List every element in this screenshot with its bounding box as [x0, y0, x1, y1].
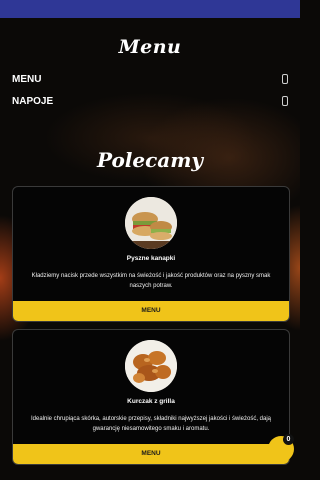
expand-icon: [282, 74, 288, 84]
menu-button[interactable]: MENU: [13, 444, 289, 464]
page-title: Menu: [118, 36, 182, 58]
status-bar: [0, 0, 300, 18]
product-description: Idealnie chrupiąca skórka, autorskie prz…: [31, 416, 271, 432]
sandwich-image: [125, 197, 177, 249]
menu-button[interactable]: MENU: [13, 301, 289, 321]
product-card-sandwiches: Pyszne kanapki Kładziemy nacisk przede w…: [12, 186, 290, 322]
cart-count-badge: 0: [283, 434, 294, 445]
nav-item-label: MENU: [12, 74, 42, 85]
expand-icon: [282, 96, 288, 106]
nav-item-menu[interactable]: MENU: [12, 72, 288, 88]
section-title: Polecamy: [96, 148, 204, 172]
product-description: Kładziemy nacisk przede wszystkim na świ…: [31, 273, 271, 289]
product-card-chicken: Kurczak z grilla Idealnie chrupiąca skór…: [12, 329, 290, 465]
product-name: Kurczak z grilla: [127, 398, 175, 405]
nav-item-napoje[interactable]: NAPOJE: [12, 94, 288, 110]
product-name: Pyszne kanapki: [126, 255, 176, 262]
nav-item-label: NAPOJE: [12, 96, 54, 107]
grilled-chicken-image: [125, 340, 177, 392]
